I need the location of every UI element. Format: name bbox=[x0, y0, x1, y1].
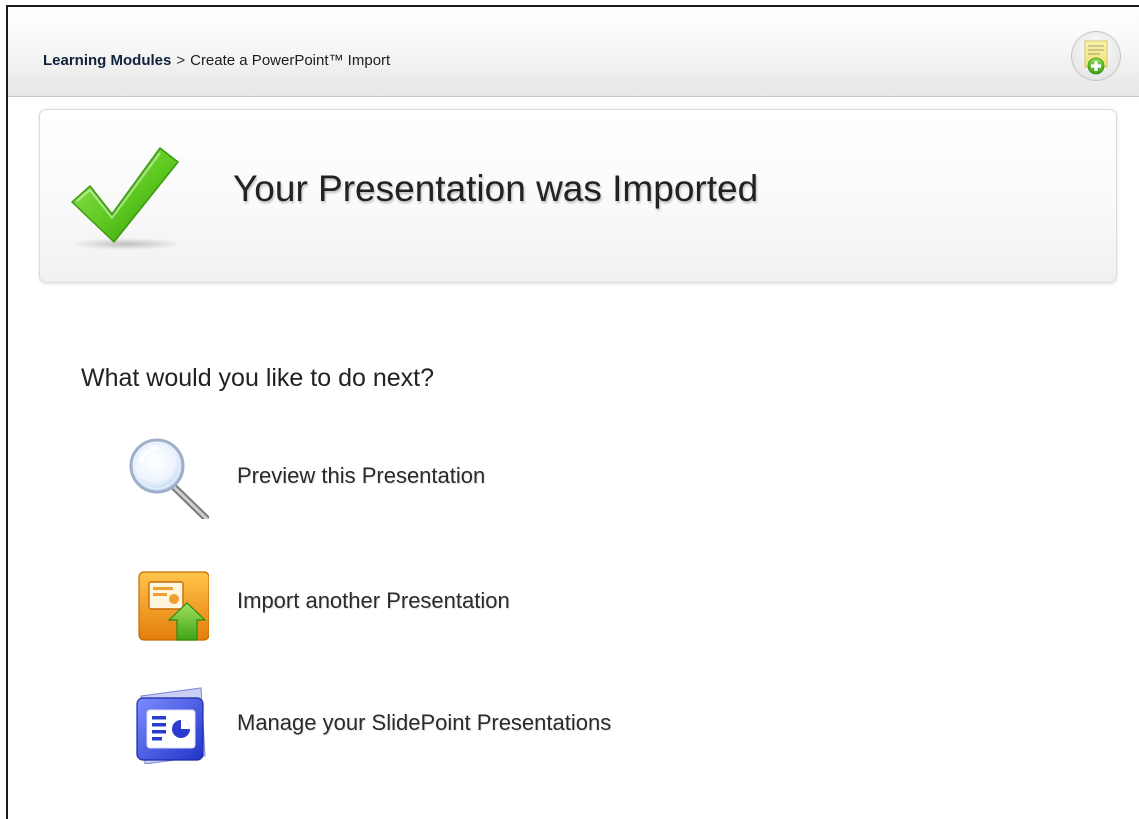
manage-presentations-icon bbox=[136, 687, 206, 764]
import-success-banner: Your Presentation was Imported bbox=[39, 109, 1117, 283]
manage-presentations-action[interactable]: Manage your SlidePoint Presentations bbox=[125, 680, 725, 764]
manage-presentations-label: Manage your SlidePoint Presentations bbox=[237, 710, 612, 735]
next-steps-heading: What would you like to do next? bbox=[81, 364, 434, 392]
add-note-button[interactable] bbox=[1070, 30, 1122, 82]
breadcrumb: Learning Modules > Create a PowerPoint™ Im… bbox=[43, 52, 390, 69]
import-another-presentation-action[interactable]: Import another Presentation bbox=[125, 560, 725, 644]
checkmark-icon bbox=[70, 147, 182, 250]
breadcrumb-learning-modules-link[interactable]: Learning Modules bbox=[43, 52, 171, 69]
page-header: Learning Modules > Create a PowerPoint™ Im… bbox=[8, 7, 1139, 97]
app-frame: Learning Modules > Create a PowerPoint™ Im… bbox=[6, 5, 1139, 819]
breadcrumb-current-page: Create a PowerPoint™ Import bbox=[190, 52, 391, 69]
preview-presentation-action[interactable]: Preview this Presentation bbox=[125, 435, 725, 519]
import-presentation-icon bbox=[138, 571, 209, 641]
sticky-note-add-icon bbox=[1071, 31, 1121, 81]
preview-presentation-label: Preview this Presentation bbox=[237, 463, 486, 488]
magnifier-icon bbox=[129, 438, 209, 519]
breadcrumb-separator: > bbox=[176, 52, 186, 69]
import-success-title: Your Presentation was Imported bbox=[233, 168, 759, 209]
import-another-presentation-label: Import another Presentation bbox=[237, 588, 510, 613]
